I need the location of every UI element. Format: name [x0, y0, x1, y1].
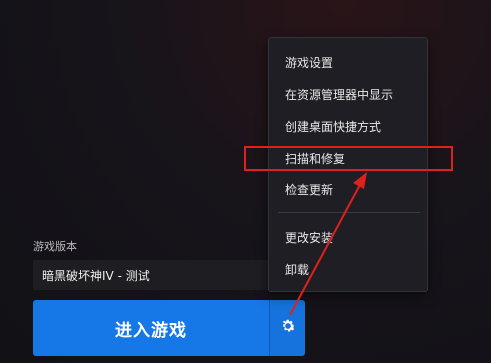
red-arrow-icon	[289, 172, 367, 316]
